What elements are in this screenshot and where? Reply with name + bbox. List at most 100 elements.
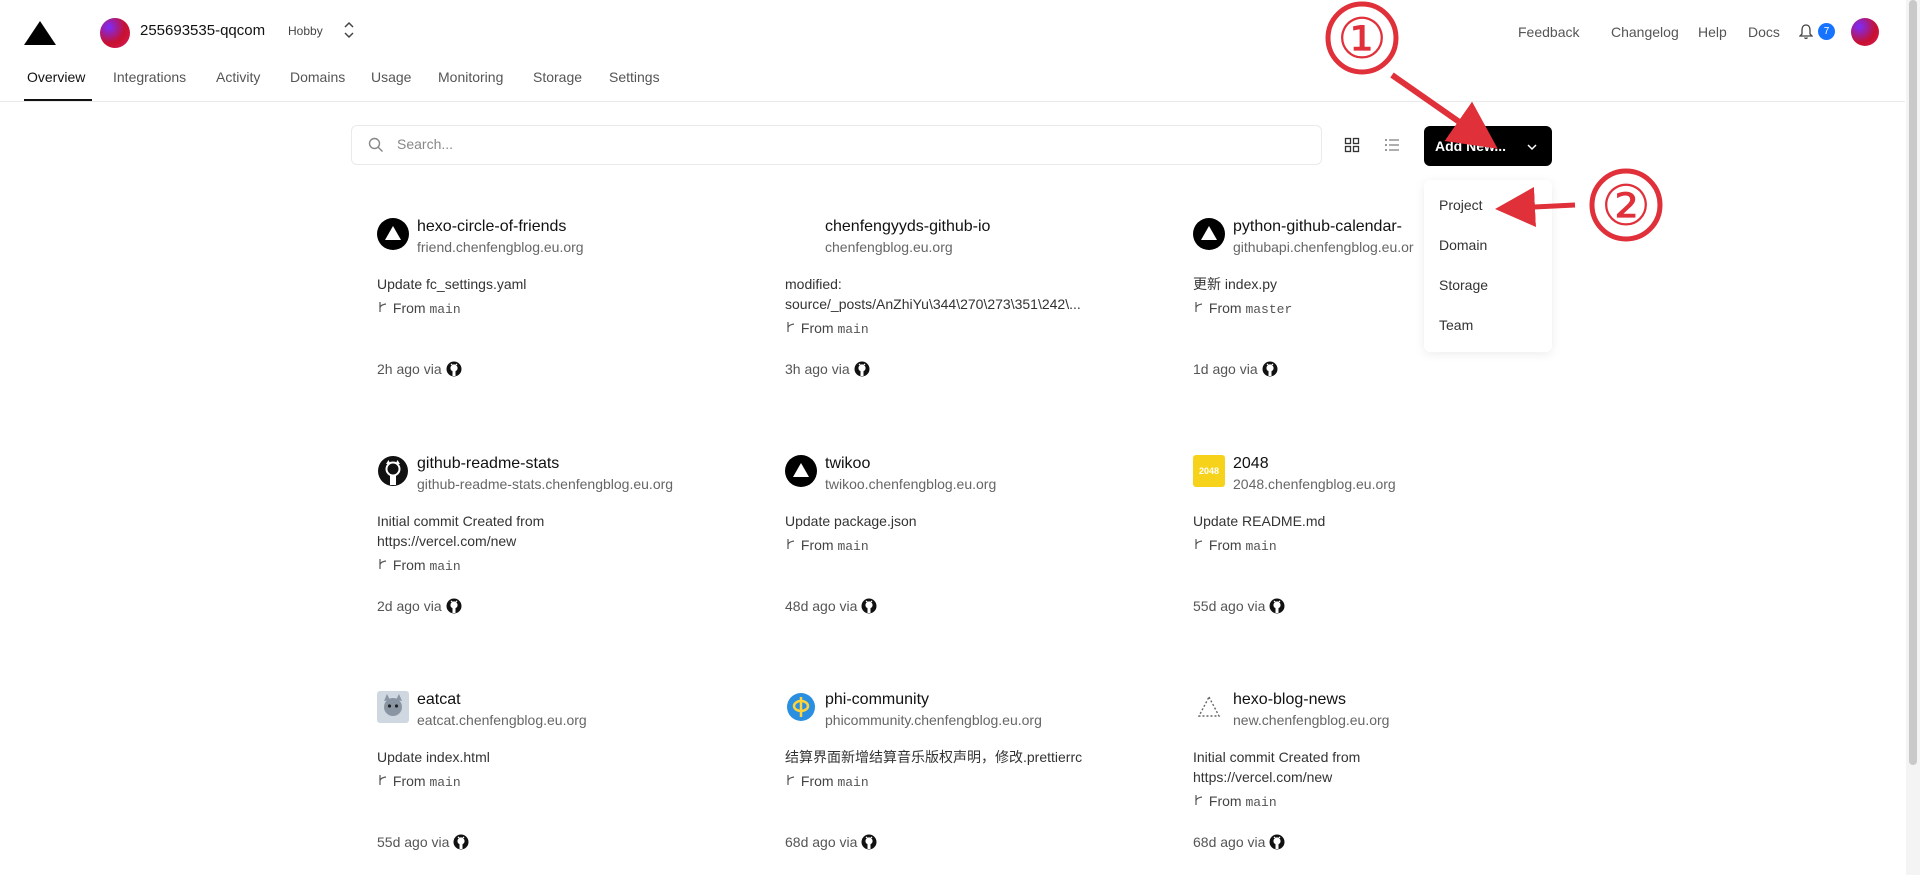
menu-item-domain[interactable]: Domain	[1439, 237, 1487, 253]
tab-monitoring[interactable]: Monitoring	[438, 69, 503, 85]
list-view-button[interactable]	[1378, 131, 1406, 159]
branch-info: From main	[785, 537, 869, 554]
feedback-button[interactable]: Feedback	[1518, 24, 1579, 40]
project-name[interactable]: python-github-calendar-	[1233, 218, 1402, 236]
project-card[interactable]: 2048 2048 2048.chenfengblog.eu.org Updat…	[1193, 455, 1573, 655]
project-domain[interactable]: githubapi.chenfengblog.eu.or	[1233, 239, 1414, 255]
commit-message: 结算界面新增结算音乐版权声明，修改.prettierrc	[785, 749, 1083, 765]
bell-icon[interactable]	[1799, 24, 1813, 40]
step-1-circle	[1325, 1, 1399, 75]
blank-icon	[785, 218, 817, 250]
vercel-triangle-icon	[377, 218, 409, 250]
github-icon[interactable]	[861, 834, 877, 850]
github-icon[interactable]	[861, 598, 877, 614]
menu-item-storage[interactable]: Storage	[1439, 277, 1488, 293]
plan-badge: Hobby	[288, 24, 323, 38]
project-name[interactable]: 2048	[1233, 455, 1269, 473]
commit-message: modified: source/_posts/AnZhiYu\344\270\…	[785, 276, 1081, 312]
tab-domains[interactable]: Domains	[290, 69, 345, 85]
tab-storage[interactable]: Storage	[533, 69, 582, 85]
add-new-button[interactable]: Add New...	[1424, 126, 1552, 166]
add-new-dropdown: Project Domain Storage Team	[1424, 180, 1552, 352]
github-icon[interactable]	[453, 834, 469, 850]
project-domain[interactable]: github-readme-stats.chenfengblog.eu.org	[417, 476, 673, 492]
deploy-time-text: 3h ago via	[785, 361, 850, 377]
project-name[interactable]: hexo-blog-news	[1233, 691, 1346, 709]
commit-message: Update fc_settings.yaml	[377, 276, 527, 292]
project-name[interactable]: twikoo	[825, 455, 870, 473]
project-card[interactable]: eatcat eatcat.chenfengblog.eu.org Update…	[377, 691, 757, 871]
branch-prefix: From	[392, 300, 426, 316]
tab-integrations[interactable]: Integrations	[113, 69, 186, 85]
phi-logo-icon	[787, 693, 815, 721]
menu-item-project[interactable]: Project	[1439, 197, 1483, 213]
deploy-time: 3h ago via	[785, 361, 870, 377]
project-name[interactable]: hexo-circle-of-friends	[417, 218, 566, 236]
dotted-triangle-icon	[1197, 695, 1221, 717]
tab-settings[interactable]: Settings	[609, 69, 660, 85]
branch-name: master	[1245, 302, 1293, 317]
project-card[interactable]: hexo-blog-news new.chenfengblog.eu.org I…	[1193, 691, 1573, 871]
menu-item-team[interactable]: Team	[1439, 317, 1473, 333]
github-icon[interactable]	[1269, 598, 1285, 614]
branch-info: From main	[377, 557, 461, 574]
project-name[interactable]: eatcat	[417, 691, 461, 709]
deploy-time: 2h ago via	[377, 361, 462, 377]
project-name[interactable]: chenfengyyds-github-io	[825, 218, 990, 236]
project-domain[interactable]: eatcat.chenfengblog.eu.org	[417, 712, 587, 728]
project-domain[interactable]: 2048.chenfengblog.eu.org	[1233, 476, 1396, 492]
tab-overview[interactable]: Overview	[27, 69, 85, 85]
branch-icon	[1195, 795, 1203, 805]
changelog-link[interactable]: Changelog	[1611, 24, 1679, 40]
deploy-time-text: 55d ago via	[1193, 598, 1266, 614]
github-icon[interactable]	[446, 361, 462, 377]
branch-prefix: From	[1208, 537, 1242, 553]
project-domain[interactable]: twikoo.chenfengblog.eu.org	[825, 476, 996, 492]
chevron-down-icon	[1527, 144, 1537, 151]
add-new-label: Add New...	[1435, 138, 1507, 154]
team-switcher-icon[interactable]	[343, 20, 355, 40]
docs-link[interactable]: Docs	[1748, 24, 1780, 40]
project-name[interactable]: phi-community	[825, 691, 929, 709]
project-card[interactable]: chenfengyyds-github-io chenfengblog.eu.o…	[785, 218, 1165, 418]
team-avatar[interactable]	[100, 18, 130, 48]
vercel-logo-icon[interactable]	[24, 21, 56, 45]
commit-message: 更新 index.py	[1193, 276, 1278, 292]
team-name[interactable]: 255693535-qqcom	[140, 22, 265, 39]
search-input[interactable]	[395, 135, 1299, 153]
scrollbar-thumb[interactable]	[1909, 0, 1917, 765]
github-icon[interactable]	[446, 598, 462, 614]
project-domain[interactable]: friend.chenfengblog.eu.org	[417, 239, 584, 255]
tab-activity[interactable]: Activity	[216, 69, 260, 85]
github-icon[interactable]	[1262, 361, 1278, 377]
deploy-time-text: 2d ago via	[377, 598, 442, 614]
help-link[interactable]: Help	[1698, 24, 1727, 40]
project-card[interactable]: hexo-circle-of-friends friend.chenfengbl…	[377, 218, 757, 418]
project-card[interactable]: twikoo twikoo.chenfengblog.eu.org Update…	[785, 455, 1165, 655]
branch-prefix: From	[800, 773, 834, 789]
2048-tile-icon: 2048	[1193, 455, 1225, 487]
tab-usage[interactable]: Usage	[371, 69, 411, 85]
project-card[interactable]: github-readme-stats github-readme-stats.…	[377, 455, 757, 655]
commit-message: Update index.html	[377, 749, 490, 765]
notification-badge[interactable]: 7	[1818, 23, 1835, 40]
github-icon[interactable]	[854, 361, 870, 377]
deploy-time: 1d ago via	[1193, 361, 1278, 377]
search-box[interactable]	[351, 125, 1322, 165]
project-domain[interactable]: new.chenfengblog.eu.org	[1233, 712, 1389, 728]
project-card[interactable]: phi-community phicommunity.chenfengblog.…	[785, 691, 1165, 871]
project-name[interactable]: github-readme-stats	[417, 455, 559, 473]
grid-view-button[interactable]	[1338, 131, 1366, 159]
github-icon[interactable]	[1269, 834, 1285, 850]
project-card[interactable]: python-github-calendar- githubapi.chenfe…	[1193, 218, 1428, 418]
commit-message: Update README.md	[1193, 513, 1326, 529]
deploy-time-text: 2h ago via	[377, 361, 442, 377]
deploy-time-text: 55d ago via	[377, 834, 450, 850]
branch-name: main	[429, 302, 461, 317]
branch-info: From main	[1193, 537, 1277, 554]
branch-prefix: From	[1208, 793, 1242, 809]
branch-name: main	[837, 322, 869, 337]
project-domain[interactable]: chenfengblog.eu.org	[825, 239, 953, 255]
project-domain[interactable]: phicommunity.chenfengblog.eu.org	[825, 712, 1042, 728]
user-avatar[interactable]	[1851, 18, 1879, 46]
